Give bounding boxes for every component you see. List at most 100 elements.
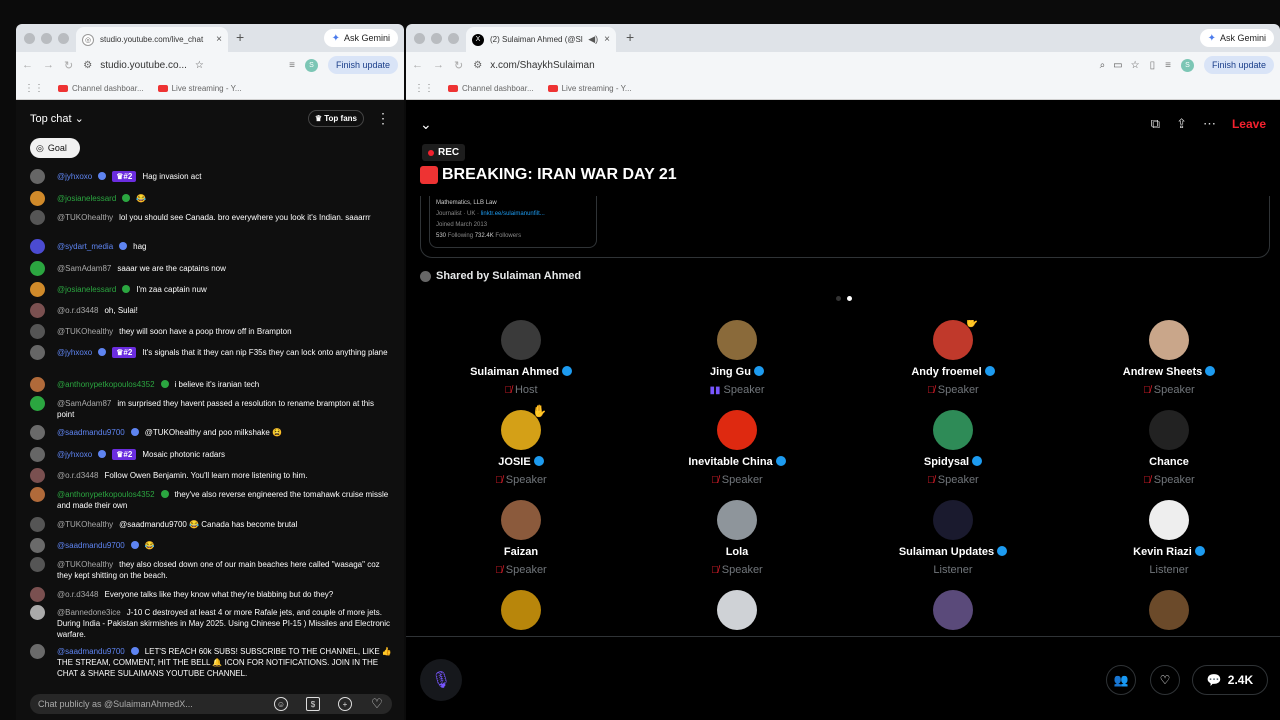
avatar[interactable] (933, 500, 973, 540)
avatar[interactable] (30, 487, 45, 502)
chat-message[interactable]: @anthonypetkopoulos4352 i believe it's ir… (30, 377, 392, 392)
participant[interactable] (637, 590, 837, 630)
tab-search-icon[interactable]: ≡ (1165, 60, 1171, 71)
avatar[interactable] (1149, 410, 1189, 450)
avatar[interactable] (30, 644, 45, 659)
bookmark-live-streaming[interactable]: Live streaming - Y... (547, 84, 632, 93)
avatar[interactable] (30, 377, 45, 392)
chat-username[interactable]: @sydart_media (57, 242, 113, 251)
bookmark-channel-dashboard[interactable]: Channel dashboar... (58, 84, 144, 93)
avatar[interactable] (30, 557, 45, 572)
avatar[interactable] (30, 538, 45, 553)
chat-message[interactable]: @TUKOhealthy they also closed down one of… (30, 557, 392, 581)
avatar[interactable] (30, 425, 45, 440)
chat-username[interactable]: @josianelessard (57, 194, 116, 203)
chat-username[interactable]: @o.r.d3448 (57, 306, 98, 315)
super-chat-icon[interactable]: $ (306, 697, 320, 711)
chat-message[interactable]: @o.r.d3448 Everyone talks like they know … (30, 587, 392, 602)
chat-message[interactable]: @jyhxoxo ♛#2 Mosaic photonic radars (30, 447, 392, 462)
maximize-window-button[interactable] (448, 32, 459, 44)
bookmark-star-icon[interactable]: ☆ (195, 60, 204, 71)
avatar[interactable] (501, 320, 541, 360)
close-window-button[interactable] (24, 32, 35, 44)
chat-username[interactable]: @saadmandu9700 (57, 428, 125, 437)
shared-post-card[interactable]: Mathematics, LLB Law Journalist · UK · l… (420, 196, 1270, 258)
chat-message[interactable]: @o.r.d3448 oh, Sulai! (30, 303, 392, 318)
avatar[interactable] (30, 587, 45, 602)
participant[interactable]: Spidysal 🎙̸ Speaker (853, 410, 1053, 486)
chat-username[interactable]: @TUKOhealthy (57, 520, 113, 529)
chat-message[interactable]: @TUKOhealthy lol you should see Canada. b… (30, 210, 392, 225)
avatar[interactable] (30, 169, 45, 184)
back-icon[interactable]: ← (22, 59, 33, 71)
chat-message[interactable]: @Bannedone3ice J-10 C destroyed at least … (30, 605, 392, 640)
address-bar[interactable]: ⚙ x.com/ShaykhSulaiman ⌕ ▭ ☆ (473, 60, 1139, 71)
new-tab-button[interactable]: + (626, 29, 634, 45)
chat-input[interactable]: Chat publicly as @SulaimanAhmedX... ☺ $ … (30, 694, 392, 714)
maximize-window-button[interactable] (58, 32, 69, 44)
avatar[interactable] (30, 282, 45, 297)
participant[interactable]: ✋ JOSIE 🎙̸ Speaker (421, 404, 621, 486)
chat-message[interactable]: @TUKOhealthy @saadmandu9700 😂 Canada has … (30, 517, 392, 532)
speaker-icon[interactable]: ◀) (588, 34, 598, 45)
avatar[interactable] (501, 590, 541, 630)
reload-icon[interactable]: ↻ (64, 59, 73, 72)
avatar[interactable] (30, 447, 45, 462)
more-options-icon[interactable]: ⋮ (376, 110, 390, 127)
avatar[interactable] (30, 345, 45, 360)
chat-username[interactable]: @jyhxoxo (57, 348, 92, 357)
chat-message[interactable]: @jyhxoxo ♛#2 It's signals that it they can… (30, 345, 392, 360)
profile-avatar[interactable]: S (1180, 58, 1194, 72)
apps-grid-icon[interactable]: ⋮⋮ (414, 83, 434, 94)
browser-tab[interactable]: ◎ studio.youtube.com/live_chat × (76, 27, 228, 52)
avatar[interactable] (501, 500, 541, 540)
chat-username[interactable]: @anthonypetkopoulos4352 (57, 490, 155, 499)
chat-message[interactable]: @sydart_media hag (30, 239, 392, 254)
chat-username[interactable]: @saadmandu9700 (57, 541, 125, 550)
chat-message[interactable]: @josianelessard 😂 (30, 191, 392, 206)
sidebar-icon[interactable]: ▯ (1150, 60, 1156, 71)
bookmark-star-icon[interactable]: ☆ (1131, 60, 1140, 71)
chat-message[interactable]: @josianelessard I'm zaa captain nuw (30, 282, 392, 297)
heart-icon[interactable]: ♡ (370, 696, 384, 711)
participant[interactable]: Inevitable China 🎙̸ Speaker (637, 410, 837, 486)
chat-username[interactable]: @o.r.d3448 (57, 471, 98, 480)
chat-message[interactable]: @SamAdam87 saaar we are the captains now (30, 261, 392, 276)
participant[interactable]: Lola 🎙̸ Speaker (637, 500, 837, 576)
emoji-icon[interactable]: ☺ (274, 697, 288, 711)
participant[interactable]: Andrew Sheets 🎙̸ Speaker (1069, 320, 1269, 396)
minimize-window-button[interactable] (431, 32, 442, 44)
avatar[interactable] (30, 517, 45, 532)
close-tab-icon[interactable]: × (604, 34, 610, 45)
chat-username[interactable]: @o.r.d3448 (57, 590, 98, 599)
avatar[interactable] (30, 261, 45, 276)
reload-icon[interactable]: ↻ (454, 59, 463, 72)
profile-avatar[interactable]: S (304, 58, 318, 72)
avatar[interactable] (30, 605, 45, 620)
chat-username[interactable]: @SamAdam87 (57, 399, 111, 408)
leave-button[interactable]: Leave (1232, 117, 1266, 131)
finish-update-button[interactable]: Finish update (327, 56, 398, 74)
chat-username[interactable]: @TUKOhealthy (57, 560, 113, 569)
comments-button[interactable]: 💬 2.4K (1192, 665, 1268, 695)
chat-username[interactable]: @josianelessard (57, 285, 116, 294)
apps-grid-icon[interactable]: ⋮⋮ (24, 83, 44, 94)
bookmark-live-streaming[interactable]: Live streaming - Y... (157, 84, 242, 93)
avatar[interactable] (30, 191, 45, 206)
minimize-window-button[interactable] (41, 32, 52, 44)
avatar[interactable] (933, 590, 973, 630)
avatar[interactable] (30, 396, 45, 411)
chat-message[interactable]: @jyhxoxo ♛#2 Hag invasion act (30, 169, 392, 184)
participant[interactable]: ✋ Andy froemel 🎙̸ Speaker (853, 320, 1053, 396)
avatar[interactable] (1149, 500, 1189, 540)
pip-icon[interactable]: ⧉ (1151, 116, 1160, 132)
cast-icon[interactable]: ▭ (1113, 60, 1122, 71)
ask-gemini-button[interactable]: ✦ Ask Gemini (1199, 29, 1274, 47)
avatar[interactable] (717, 500, 757, 540)
chat-message[interactable]: @saadmandu9700 @TUKOhealthy and poo milks… (30, 425, 392, 440)
goal-chip[interactable]: ◎ Goal (30, 138, 80, 158)
participant[interactable]: Kevin Riazi Listener (1069, 500, 1269, 576)
site-info-icon[interactable]: ⚙ (473, 60, 482, 71)
forward-icon[interactable]: → (433, 59, 444, 71)
heart-plus-icon[interactable]: ♡ (1150, 665, 1180, 695)
